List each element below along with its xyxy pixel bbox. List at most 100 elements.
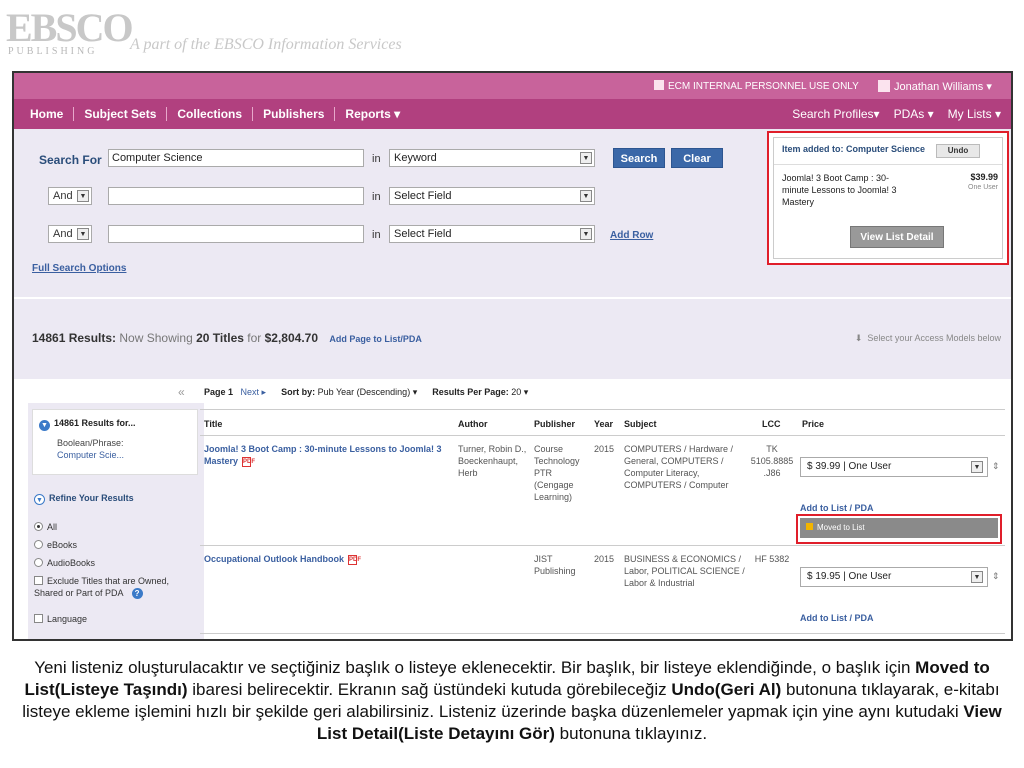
popup-item-license: One User [968, 184, 998, 191]
nav-publishers[interactable]: Publishers [253, 107, 336, 121]
col-author[interactable]: Author [458, 419, 488, 429]
results-bar: 14861 Results: Now Showing 20 Titles for… [14, 299, 1011, 379]
logo-sub: PUBLISHING [8, 46, 98, 57]
nav-home[interactable]: Home [30, 107, 75, 121]
col-year[interactable]: Year [594, 419, 613, 429]
collapse-sidebar-icon[interactable]: « [178, 385, 185, 399]
pdf-icon[interactable]: PDF [348, 555, 361, 565]
rpp-select[interactable]: 20 ▾ [511, 387, 528, 397]
exclude-checkbox[interactable] [34, 576, 43, 585]
row2-price-select[interactable]: $ 19.95 | One User ▼ [800, 567, 988, 587]
access-hint-text: Select your Access Models below [867, 333, 1001, 343]
boolean-value[interactable]: Computer Scie... [57, 450, 124, 460]
results-for-text: 14861 Results for... [54, 418, 136, 428]
radio-all[interactable] [34, 522, 43, 531]
filter-audiobooks-label: AudioBooks [47, 558, 96, 568]
chevron-down-icon: ▼ [971, 461, 983, 473]
language-checkbox[interactable] [34, 614, 43, 623]
search-for-label: Search For [39, 153, 102, 167]
rpp-label: Results Per Page: [432, 387, 509, 397]
user-menu[interactable]: Jonathan Williams ▾ [878, 80, 992, 93]
nav-reports[interactable]: Reports ▾ [335, 107, 410, 121]
field-select-3-value: Select Field [394, 228, 452, 240]
divider [200, 435, 1005, 436]
caption-part-4: butonuna tıklayınız. [554, 724, 708, 743]
field-select-1[interactable]: Keyword ▼ [389, 149, 595, 167]
add-page-link[interactable]: Add Page to List/PDA [329, 334, 422, 344]
page-number: Page 1 [204, 387, 234, 397]
language-label: Language [47, 614, 88, 624]
sort-select[interactable]: Pub Year (Descending) ▾ [318, 387, 418, 397]
filter-audiobooks[interactable]: AudioBooks [34, 557, 95, 569]
caption-part-1: Yeni listeniz oluşturulacaktır ve seçtiğ… [34, 658, 916, 677]
bool-select-1[interactable]: And ▼ [48, 187, 92, 205]
help-icon[interactable]: ? [131, 588, 143, 599]
full-search-options-link[interactable]: Full Search Options [32, 263, 126, 274]
search-input-2[interactable] [108, 187, 364, 205]
access-hint: ⬇ Select your Access Models below [855, 333, 1001, 344]
chevron-down-icon: ▾ [986, 81, 992, 93]
nav-my-lists[interactable]: My Lists ▾ [948, 107, 1001, 121]
arrow-down-icon: ⬇ [854, 333, 863, 343]
bool-select-2[interactable]: And ▼ [48, 225, 92, 243]
ebsco-logo: EBSCO PUBLISHING [6, 8, 134, 58]
row1-add-to-list-link[interactable]: Add to List / PDA [800, 503, 874, 513]
row2-title-link[interactable]: Occupational Outlook Handbook PDF [204, 553, 454, 565]
popup-divider [774, 164, 1002, 165]
filter-ebooks[interactable]: eBooks [34, 539, 77, 551]
filter-all[interactable]: All [34, 521, 57, 533]
row1-title-link[interactable]: Joomla! 3 Boot Camp : 30-minute Lessons … [204, 443, 454, 467]
field-select-3[interactable]: Select Field ▼ [389, 225, 595, 243]
undo-button[interactable]: Undo [936, 144, 980, 158]
logo-main: EBSCO [6, 5, 134, 50]
refine-heading[interactable]: ▼ Refine Your Results [34, 493, 134, 505]
clear-button[interactable]: Clear [671, 148, 723, 168]
filter-language[interactable]: Language [34, 613, 87, 625]
exclude-label: Exclude Titles that are Owned, Shared or… [34, 576, 170, 598]
col-price[interactable]: Price [802, 419, 824, 429]
search-summary-box: ▼ 14861 Results for... Boolean/Phrase: Co… [32, 409, 198, 475]
moved-to-list-text: Moved to List [817, 523, 865, 532]
row1-author: Turner, Robin D., Boeckenhaupt, Herb [458, 444, 527, 478]
nav-search-profiles[interactable]: Search Profiles▾ [792, 107, 879, 121]
nav-right: Search Profiles▾ PDAs ▾ My Lists ▾ [778, 107, 1001, 121]
in-label-2: in [372, 191, 381, 203]
col-title[interactable]: Title [204, 419, 222, 429]
row1-stepper-icon[interactable]: ⇕ [992, 461, 1000, 472]
search-button[interactable]: Search [613, 148, 665, 168]
nav-collections[interactable]: Collections [167, 107, 254, 121]
view-list-detail-button[interactable]: View List Detail [850, 226, 944, 248]
chevron-down-icon: ▼ [580, 190, 592, 202]
row2-add-to-list-link[interactable]: Add to List / PDA [800, 613, 874, 623]
pager: Page 1 Next ▸ Sort by: Pub Year (Descend… [204, 387, 528, 398]
radio-ebooks[interactable] [34, 540, 43, 549]
bool-select-1-value: And [53, 190, 73, 202]
row2-lcc: HF 5382 [754, 554, 790, 564]
results-for-heading[interactable]: ▼ 14861 Results for... [39, 418, 136, 431]
search-input-1[interactable]: Computer Science [108, 149, 364, 167]
col-publisher[interactable]: Publisher [534, 419, 575, 429]
tagline: A part of the EBSCO Information Services [130, 36, 402, 53]
col-lcc[interactable]: LCC [762, 419, 781, 429]
filter-all-label: All [47, 522, 58, 532]
row2-year: 2015 [594, 554, 615, 564]
nav-left: Home Subject Sets Collections Publishers Rep… [30, 107, 410, 121]
nav-subject-sets[interactable]: Subject Sets [74, 107, 168, 121]
next-page-link[interactable]: Next ▸ [241, 387, 267, 397]
col-subject[interactable]: Subject [624, 419, 657, 429]
row1-lcc: TK 5105.8885 .J86 [750, 444, 794, 478]
search-input-3[interactable] [108, 225, 364, 243]
item-added-popup: Item added to: Computer Science Undo Joo… [767, 131, 1009, 265]
bool-select-2-value: And [53, 228, 73, 240]
row2-stepper-icon[interactable]: ⇕ [992, 571, 1000, 582]
nav-pdas[interactable]: PDAs ▾ [894, 107, 934, 121]
popup-item-title: Joomla! 3 Boot Camp : 30-minute Lessons … [782, 173, 897, 207]
filter-exclude[interactable]: Exclude Titles that are Owned, Shared or… [34, 575, 200, 599]
add-row-link[interactable]: Add Row [610, 230, 653, 241]
row1-price-select[interactable]: $ 39.99 | One User ▼ [800, 457, 988, 477]
results-for: for [247, 331, 262, 345]
pdf-icon[interactable]: PDF [242, 457, 255, 467]
main-nav: Home Subject Sets Collections Publishers Rep… [14, 99, 1011, 129]
radio-audiobooks[interactable] [34, 558, 43, 567]
field-select-2[interactable]: Select Field ▼ [389, 187, 595, 205]
